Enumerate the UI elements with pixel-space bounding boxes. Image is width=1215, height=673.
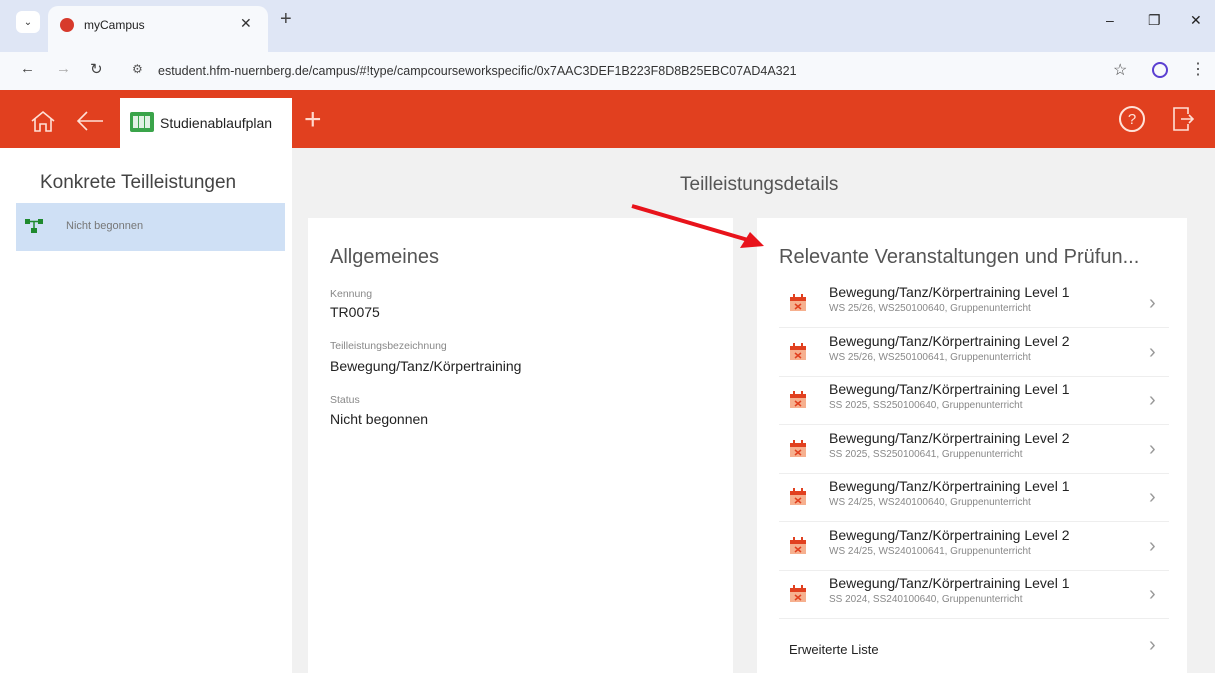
- calendar-icon: [790, 439, 806, 457]
- field-value-bezeichnung: Bewegung/Tanz/Körpertraining: [330, 358, 522, 374]
- extended-list-link[interactable]: Erweiterte Liste ›: [779, 628, 1169, 668]
- add-tab-icon[interactable]: +: [304, 105, 322, 135]
- calendar-icon: [790, 585, 806, 602]
- chevron-right-icon: ›: [1149, 389, 1156, 411]
- related-event-item[interactable]: Bewegung/Tanz/Körpertraining Level 1 SS 2…: [779, 571, 1169, 619]
- chevron-right-icon: ›: [1149, 437, 1156, 460]
- plus-icon[interactable]: +: [280, 8, 292, 31]
- left-panel-title: Konkrete Teilleistungen: [40, 172, 237, 193]
- field-label-kennung: Kennung: [330, 288, 373, 300]
- logout-icon[interactable]: [1172, 106, 1194, 132]
- related-event-item[interactable]: Bewegung/Tanz/Körpertraining Level 2 SS 2…: [779, 426, 1169, 474]
- reload-icon[interactable]: ↻: [90, 60, 103, 78]
- event-title: Bewegung/Tanz/Körpertraining Level 2: [829, 526, 1070, 543]
- annotation-arrow-icon: [631, 204, 764, 248]
- restore-icon[interactable]: ❐: [1148, 12, 1161, 29]
- chevron-down-icon[interactable]: ⌄: [16, 11, 40, 33]
- event-subtitle: WS 24/25, WS240100640, Gruppenunterricht: [829, 497, 1031, 508]
- browser-tab-strip: ⌄ myCampus ✕ + – ❐ ✕: [0, 0, 1215, 52]
- url-text: estudent.hfm-nuernberg.de/campus/#!type/…: [158, 64, 797, 78]
- field-label-status: Status: [330, 394, 360, 406]
- table-icon: [130, 112, 154, 132]
- related-event-item[interactable]: Bewegung/Tanz/Körpertraining Level 1 SS 2…: [779, 377, 1169, 425]
- related-event-item[interactable]: Bewegung/Tanz/Körpertraining Level 2 WS 2…: [779, 523, 1169, 571]
- close-icon[interactable]: ✕: [240, 15, 252, 32]
- calendar-icon: [790, 488, 806, 505]
- forward-arrow-icon[interactable]: →: [56, 60, 71, 77]
- favicon-icon: [60, 18, 74, 32]
- tab-label: Studienablaufplan: [160, 115, 273, 131]
- event-title: Bewegung/Tanz/Körpertraining Level 2: [829, 429, 1070, 446]
- back-icon[interactable]: [75, 110, 105, 132]
- related-card: Relevante Veranstaltungen und Prüfun... …: [757, 218, 1187, 673]
- chevron-right-icon: ›: [1149, 534, 1156, 557]
- calendar-icon: [790, 342, 806, 360]
- list-item-nicht-begonnen[interactable]: Nicht begonnen: [16, 203, 285, 251]
- chevron-right-icon: ›: [1149, 486, 1156, 508]
- extended-list-label: Erweiterte Liste: [789, 642, 879, 657]
- tab-studienablaufplan[interactable]: Studienablaufplan: [120, 98, 292, 148]
- window-close-icon[interactable]: ✕: [1190, 12, 1202, 29]
- bookmark-star-icon[interactable]: ☆: [1113, 60, 1127, 80]
- field-label-bezeichnung: Teilleistungsbezeichnung: [330, 340, 447, 352]
- page-title: Teilleistungsdetails: [680, 174, 839, 195]
- minimize-icon[interactable]: –: [1106, 12, 1114, 28]
- field-value-status: Nicht begonnen: [330, 411, 429, 427]
- home-icon[interactable]: [30, 110, 56, 132]
- event-subtitle: WS 24/25, WS240100641, Gruppenunterricht: [829, 545, 1031, 557]
- event-title: Bewegung/Tanz/Körpertraining Level 1: [829, 284, 1070, 300]
- chevron-right-icon: ›: [1149, 583, 1156, 605]
- profile-icon[interactable]: [1152, 62, 1168, 78]
- site-info-icon[interactable]: ⚙: [132, 62, 143, 76]
- event-subtitle: SS 2025, SS250100640, Gruppenunterricht: [829, 400, 1023, 411]
- tree-structure-icon: [25, 219, 43, 233]
- calendar-icon: [790, 294, 806, 311]
- list-item-label: Nicht begonnen: [66, 220, 144, 232]
- chevron-right-icon: ›: [1149, 634, 1156, 656]
- event-subtitle: SS 2025, SS250100641, Gruppenunterricht: [829, 448, 1023, 460]
- general-card: Allgemeines Kennung TR0075 Teilleistungs…: [308, 218, 733, 673]
- left-panel: Konkrete Teilleistungen Nicht begonnen: [0, 148, 292, 673]
- event-title: Bewegung/Tanz/Körpertraining Level 2: [829, 332, 1070, 349]
- event-subtitle: WS 25/26, WS250100641, Gruppenunterricht: [829, 351, 1031, 363]
- chevron-right-icon: ›: [1149, 340, 1156, 363]
- event-title: Bewegung/Tanz/Körpertraining Level 1: [829, 575, 1070, 591]
- event-subtitle: SS 2024, SS240100640, Gruppenunterricht: [829, 594, 1023, 605]
- chevron-right-icon: ›: [1149, 292, 1156, 314]
- calendar-icon: [790, 536, 806, 554]
- more-menu-icon[interactable]: ⋮: [1190, 59, 1206, 79]
- back-arrow-icon[interactable]: ←: [20, 60, 35, 77]
- browser-tab[interactable]: myCampus ✕: [48, 6, 268, 52]
- address-bar-row: ← → ↻ ⚙ estudent.hfm-nuernberg.de/campus…: [0, 52, 1215, 90]
- event-title: Bewegung/Tanz/Körpertraining Level 1: [829, 381, 1070, 397]
- event-title: Bewegung/Tanz/Körpertraining Level 1: [829, 478, 1070, 494]
- calendar-icon: [790, 391, 806, 408]
- browser-tab-title: myCampus: [84, 18, 145, 32]
- related-heading: Relevante Veranstaltungen und Prüfun...: [779, 246, 1140, 268]
- url-field[interactable]: ⚙ estudent.hfm-nuernberg.de/campus/#!typ…: [128, 56, 1128, 86]
- related-event-item[interactable]: Bewegung/Tanz/Körpertraining Level 2 WS 2…: [779, 329, 1169, 377]
- related-event-item[interactable]: Bewegung/Tanz/Körpertraining Level 1 WS 2…: [779, 474, 1169, 522]
- event-subtitle: WS 25/26, WS250100640, Gruppenunterricht: [829, 303, 1031, 314]
- general-heading: Allgemeines: [330, 246, 439, 268]
- related-event-item[interactable]: Bewegung/Tanz/Körpertraining Level 1 WS 2…: [779, 280, 1169, 328]
- app-header: Studienablaufplan + ?: [0, 90, 1215, 148]
- field-value-kennung: TR0075: [330, 304, 380, 320]
- help-icon[interactable]: ?: [1119, 106, 1145, 132]
